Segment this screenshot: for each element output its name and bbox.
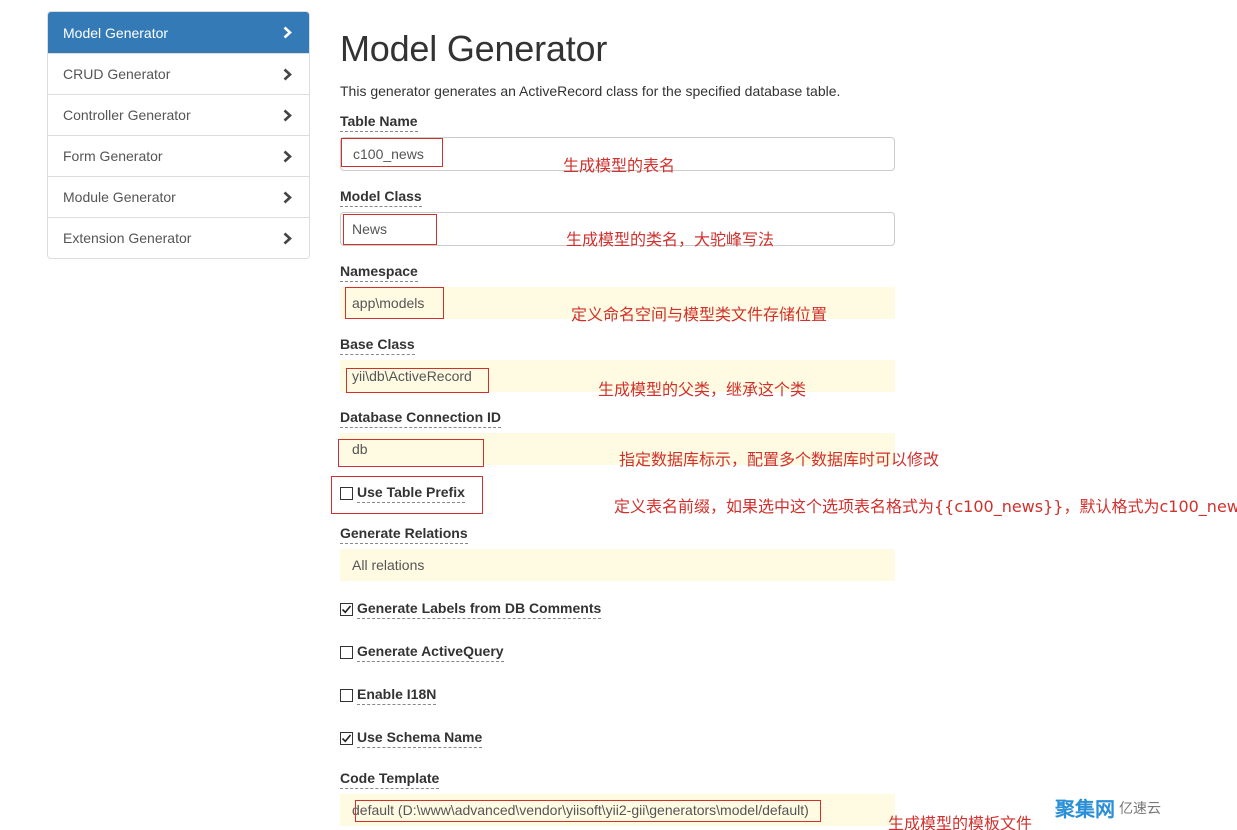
annotation-box xyxy=(346,368,489,393)
annotation-box xyxy=(345,287,444,319)
generate-relations-value: All relations xyxy=(352,557,425,573)
base-class-note: 生成模型的父类，继承这个类 xyxy=(598,380,807,399)
use-table-prefix-note: 定义表名前缀，如果选中这个选项表名格式为{{c100_news}}，默认格式为c… xyxy=(614,497,1237,516)
db-connection-label: Database Connection ID xyxy=(340,409,502,428)
sidebar-item-label: Extension Generator xyxy=(63,230,192,246)
generate-activequery-checkbox[interactable]: Generate ActiveQuery xyxy=(340,643,504,662)
use-schema-name-checkbox[interactable]: Use Schema Name xyxy=(340,729,483,748)
table-name-note: 生成模型的表名 xyxy=(563,156,676,175)
sidebar-item-label: Model Generator xyxy=(63,24,169,41)
enable-i18n-checkbox[interactable]: Enable I18N xyxy=(340,686,437,705)
checkbox-checked-icon xyxy=(340,732,353,745)
watermark: 聚集网 亿速云 xyxy=(1055,793,1161,822)
page-title: Model Generator xyxy=(340,28,608,69)
chevron-right-icon xyxy=(283,108,293,122)
sidebar-item-label: Form Generator xyxy=(63,148,163,164)
sidebar-item-module-generator[interactable]: Module Generator xyxy=(48,176,309,217)
sidebar-item-label: Controller Generator xyxy=(63,107,191,123)
annotation-box xyxy=(343,214,437,245)
namespace-note: 定义命名空间与模型类文件存储位置 xyxy=(571,305,828,324)
sidebar-item-label: Module Generator xyxy=(63,189,176,205)
generate-labels-checkbox[interactable]: Generate Labels from DB Comments xyxy=(340,600,602,619)
sidebar-item-crud-generator[interactable]: CRUD Generator xyxy=(48,53,309,94)
use-schema-name-label: Use Schema Name xyxy=(357,729,483,748)
chevron-right-icon xyxy=(283,26,293,40)
sidebar-item-extension-generator[interactable]: Extension Generator xyxy=(48,217,309,258)
sidebar-item-controller-generator[interactable]: Controller Generator xyxy=(48,94,309,135)
annotation-box xyxy=(341,138,443,167)
page-description: This generator generates an ActiveRecord… xyxy=(340,83,841,99)
chevron-right-icon xyxy=(283,231,293,245)
base-class-label: Base Class xyxy=(340,336,415,355)
annotation-box xyxy=(331,476,483,514)
annotation-box xyxy=(355,800,821,822)
watermark-text: 聚集网 xyxy=(1055,799,1115,821)
sidebar-item-label: CRUD Generator xyxy=(63,66,171,82)
generate-activequery-label: Generate ActiveQuery xyxy=(357,643,504,662)
annotation-box xyxy=(338,439,484,467)
chevron-right-icon xyxy=(283,67,293,81)
code-template-label: Code Template xyxy=(340,770,440,789)
checkbox-unchecked-icon xyxy=(340,689,353,702)
enable-i18n-label: Enable I18N xyxy=(357,686,437,705)
sidebar-item-model-generator[interactable]: Model Generator xyxy=(48,12,309,53)
model-class-label: Model Class xyxy=(340,188,422,207)
generator-sidebar: Model Generator CRUD Generator Controlle… xyxy=(47,11,310,259)
chevron-right-icon xyxy=(283,190,293,204)
chevron-right-icon xyxy=(283,149,293,163)
table-name-label: Table Name xyxy=(340,113,418,132)
sidebar-item-form-generator[interactable]: Form Generator xyxy=(48,135,309,176)
model-class-note: 生成模型的类名，大驼峰写法 xyxy=(566,230,775,249)
checkbox-checked-icon xyxy=(340,603,353,616)
code-template-note: 生成模型的模板文件 xyxy=(888,814,1033,830)
checkbox-unchecked-icon xyxy=(340,646,353,659)
namespace-label: Namespace xyxy=(340,263,418,282)
generate-relations-label: Generate Relations xyxy=(340,525,468,544)
db-connection-note: 指定数据库标示，配置多个数据库时可以修改 xyxy=(619,450,940,469)
watermark-sub: 亿速云 xyxy=(1119,799,1161,816)
generate-labels-label: Generate Labels from DB Comments xyxy=(357,600,602,619)
